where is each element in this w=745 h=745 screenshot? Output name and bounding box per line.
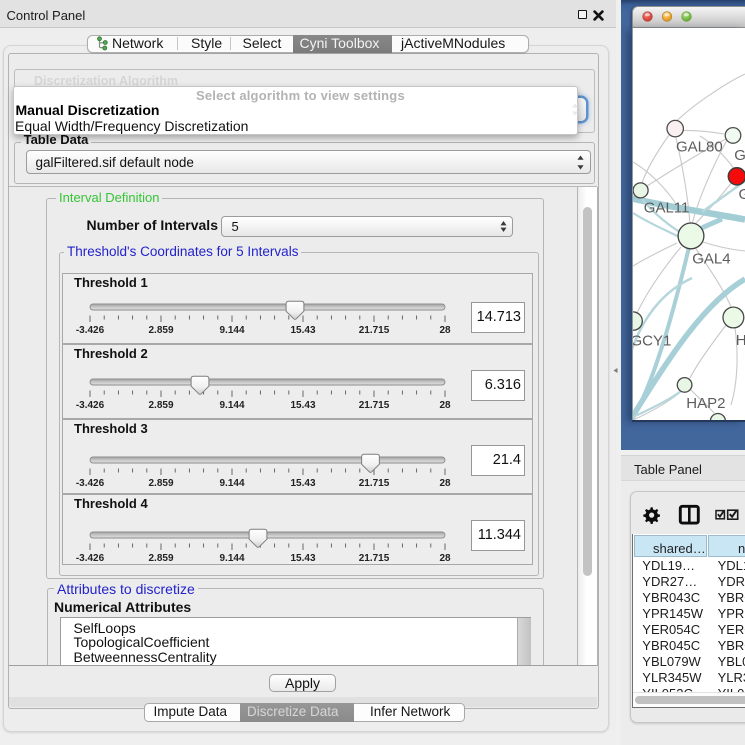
svg-text:GC: GC	[739, 186, 745, 203]
svg-text:GAL4: GAL4	[692, 250, 730, 267]
svg-text:GAL: GAL	[734, 147, 745, 164]
svg-text:GAL80: GAL80	[676, 139, 723, 156]
svg-text:HI: HI	[736, 332, 745, 349]
svg-text:HAP2: HAP2	[686, 395, 725, 412]
svg-text:GAL11: GAL11	[644, 200, 690, 217]
svg-text:GCY1: GCY1	[633, 333, 671, 350]
